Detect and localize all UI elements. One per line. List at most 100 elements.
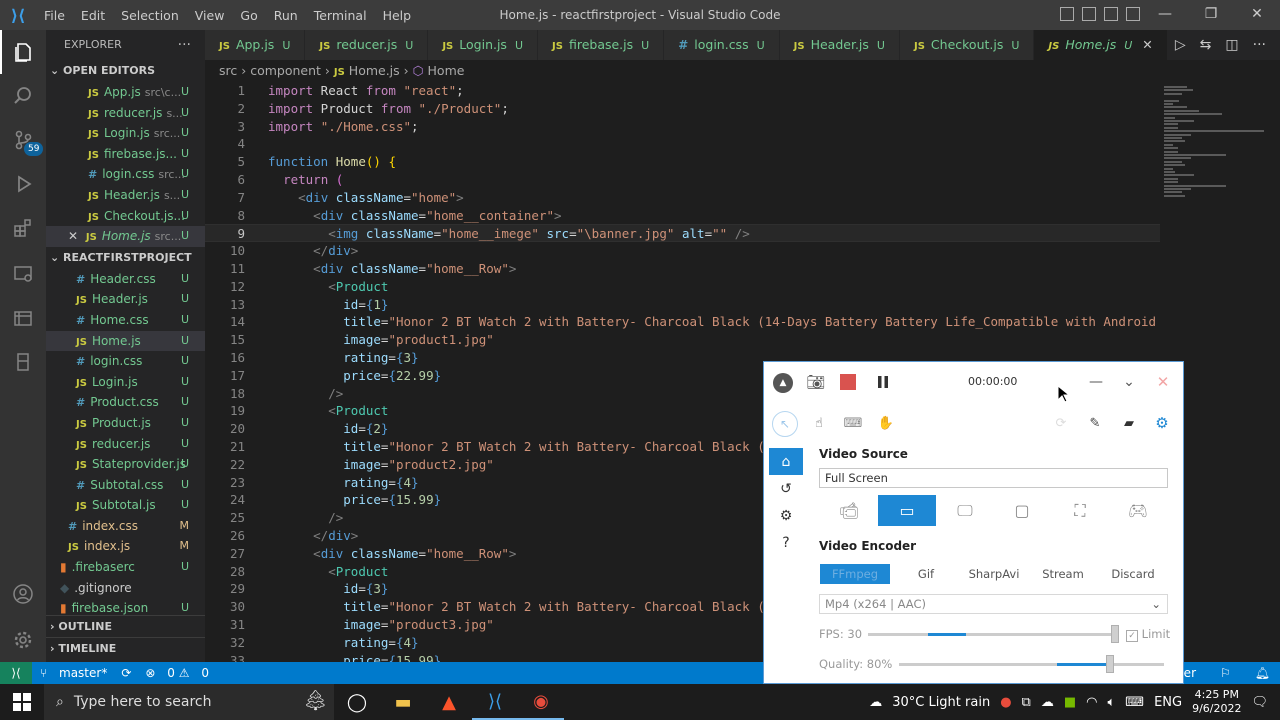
pause-button[interactable] bbox=[874, 373, 892, 391]
file-tree-item[interactable]: # Header.css U bbox=[46, 269, 205, 290]
recorder-minimize-button[interactable]: — bbox=[1086, 372, 1106, 392]
toggle-secondary-sidebar-icon[interactable] bbox=[1104, 7, 1118, 21]
outline-header[interactable]: › OUTLINE bbox=[46, 614, 205, 637]
timeline-header[interactable]: › TIMELINE bbox=[46, 636, 205, 659]
source-monitor-icon[interactable]: 🖵︎ bbox=[936, 495, 994, 526]
tray-record-icon[interactable]: ● bbox=[1000, 695, 1011, 710]
open-editor-item[interactable]: JS App.js src\c... U bbox=[46, 82, 205, 103]
more-actions-icon[interactable]: ··· bbox=[178, 30, 191, 60]
code-line[interactable]: 5 function Home() { bbox=[205, 153, 1160, 171]
source-webcam-icon[interactable]: 📹︎ bbox=[820, 495, 878, 526]
open-editor-item[interactable]: JS Header.js s... U bbox=[46, 185, 205, 206]
open-editor-item[interactable]: JS Checkout.js... U bbox=[46, 206, 205, 227]
menu-view[interactable]: View bbox=[187, 8, 233, 23]
source-control-icon[interactable]: 59 bbox=[0, 118, 46, 162]
tray-volume-icon[interactable]: 🔈︎ bbox=[1107, 695, 1115, 710]
menu-go[interactable]: Go bbox=[232, 8, 265, 23]
tray-wifi-icon[interactable]: ◠ bbox=[1086, 695, 1097, 710]
tray-cloud-icon[interactable]: ☁ bbox=[1041, 695, 1054, 710]
elapsed-icon[interactable]: ✋ bbox=[877, 414, 895, 432]
code-line[interactable]: 7 <div className="home"> bbox=[205, 189, 1160, 207]
encoder-tab-sharpavi[interactable]: SharpAvi bbox=[964, 564, 1024, 584]
encoder-tab-stream[interactable]: Stream bbox=[1039, 564, 1087, 584]
notifications-icon[interactable]: 🔔︎ bbox=[1255, 662, 1270, 684]
file-tree-item[interactable]: # index.css M bbox=[46, 516, 205, 537]
start-button[interactable] bbox=[0, 684, 44, 720]
sync-icon[interactable]: ⟳ bbox=[121, 666, 131, 680]
brave-browser-icon[interactable]: ▲ bbox=[426, 684, 472, 720]
tab-login-css[interactable]: # login.css U bbox=[664, 30, 780, 60]
breadcrumb-file[interactable]: Home.js bbox=[349, 63, 400, 78]
tray-nvidia-icon[interactable]: ■ bbox=[1064, 695, 1076, 710]
source-region-icon[interactable]: ⛶ bbox=[1051, 495, 1109, 526]
tray-keyboard-icon[interactable]: ⌨ bbox=[1125, 695, 1144, 710]
branch-indicator[interactable]: ⑂ master* bbox=[40, 666, 107, 680]
docker-icon[interactable] bbox=[0, 296, 46, 340]
weather-icon[interactable]: ☁ bbox=[869, 695, 882, 710]
quality-slider-thumb[interactable] bbox=[1106, 655, 1114, 673]
encoder-tab-ffmpeg[interactable]: FFmpeg bbox=[820, 564, 890, 584]
keystrokes-icon[interactable]: ⌨ bbox=[844, 414, 863, 432]
open-editors-header[interactable]: ⌄ OPEN EDITORS bbox=[46, 60, 205, 82]
menu-run[interactable]: Run bbox=[266, 8, 306, 23]
pen-icon[interactable]: ✎ bbox=[1086, 414, 1104, 432]
file-tree-item[interactable]: # Product.css U bbox=[46, 392, 205, 413]
remote-explorer-icon[interactable] bbox=[0, 252, 46, 296]
minimize-button[interactable]: — bbox=[1142, 0, 1188, 30]
code-line[interactable]: 14 title="Honor 2 BT Watch 2 with Batter… bbox=[205, 313, 1160, 331]
encoder-tab-gif[interactable]: Gif bbox=[904, 564, 948, 584]
code-line[interactable]: 13 id={1} bbox=[205, 296, 1160, 314]
breadcrumb-src[interactable]: src bbox=[219, 63, 237, 78]
breadcrumb-symbol[interactable]: Home bbox=[428, 63, 465, 78]
accounts-icon[interactable] bbox=[0, 572, 46, 616]
remote-indicator-icon[interactable]: ⟩⟨ bbox=[0, 662, 32, 684]
code-line[interactable]: 3 import "./Home.css"; bbox=[205, 118, 1160, 136]
fps-slider-thumb[interactable] bbox=[1111, 625, 1119, 643]
menu-help[interactable]: Help bbox=[375, 8, 420, 23]
menu-edit[interactable]: Edit bbox=[73, 8, 113, 23]
taskbar-search[interactable]: ⌕ Type here to search 🌲︎ bbox=[44, 684, 334, 720]
mouse-clicks-icon[interactable]: ☝ bbox=[810, 414, 828, 432]
source-gamepad-icon[interactable]: 🎮︎ bbox=[1109, 495, 1167, 526]
config-gear-icon[interactable]: ⚙ bbox=[769, 502, 803, 529]
customize-layout-icon[interactable] bbox=[1126, 7, 1140, 21]
recorder-minimal-mode-icon[interactable]: ⌄ bbox=[1119, 372, 1139, 392]
file-tree-item[interactable]: JS Subtotal.js U bbox=[46, 495, 205, 516]
feedback-icon[interactable]: ⚐ bbox=[1220, 662, 1231, 684]
breadcrumb-component[interactable]: component bbox=[250, 63, 321, 78]
code-line[interactable]: 11 <div className="home__Row"> bbox=[205, 260, 1160, 278]
code-line[interactable]: 15 image="product1.jpg" bbox=[205, 331, 1160, 349]
settings-gear-icon[interactable]: ⚙ bbox=[1153, 414, 1171, 432]
file-tree-item[interactable]: ▮ .firebaserc U bbox=[46, 557, 205, 578]
tab-reducer-js[interactable]: JS reducer.js U bbox=[305, 30, 429, 60]
restore-button[interactable]: ❐ bbox=[1188, 0, 1234, 30]
file-tree-item[interactable]: # login.css U bbox=[46, 351, 205, 372]
code-line[interactable]: 9 <img className="home__imege" src="\ban… bbox=[205, 224, 1160, 243]
file-tree-item[interactable]: # Home.css U bbox=[46, 310, 205, 331]
file-tree-item[interactable]: JS Header.js U bbox=[46, 289, 205, 310]
project-header[interactable]: ⌄ REACTFIRSTPROJECT bbox=[46, 247, 205, 269]
history-icon[interactable]: ↺ bbox=[769, 475, 803, 502]
refresh-icon[interactable]: ⟳ bbox=[1052, 414, 1070, 432]
file-tree-item[interactable]: JS reducer.js U bbox=[46, 434, 205, 455]
file-tree-item[interactable]: JS Stateprovider.js U bbox=[46, 454, 205, 475]
source-window-icon[interactable]: ▢ bbox=[993, 495, 1051, 526]
file-tree-item[interactable]: JS Home.js U bbox=[46, 330, 205, 352]
quality-slider-track[interactable] bbox=[899, 663, 1164, 666]
tab-app-js[interactable]: JS App.js U bbox=[205, 30, 306, 60]
menu-selection[interactable]: Selection bbox=[113, 8, 187, 23]
explorer-icon[interactable] bbox=[0, 30, 46, 74]
fps-limit-checkbox[interactable]: ✓ Limit bbox=[1126, 627, 1170, 642]
tab-login-js[interactable]: JS Login.js U bbox=[428, 30, 539, 60]
file-tree-item[interactable]: ◆ .gitignore bbox=[46, 578, 205, 599]
file-tree-item[interactable]: JS index.js M bbox=[46, 536, 205, 557]
file-tree-item[interactable]: JS Product.js U bbox=[46, 413, 205, 434]
open-editor-item[interactable]: # login.css src... U bbox=[46, 164, 205, 185]
code-line[interactable]: 10 </div> bbox=[205, 242, 1160, 260]
code-line[interactable]: 2 import Product from "./Product"; bbox=[205, 100, 1160, 118]
encoder-tab-discard[interactable]: Discard bbox=[1107, 564, 1159, 584]
record-stop-button[interactable] bbox=[840, 374, 856, 390]
code-line[interactable]: 4 bbox=[205, 135, 1160, 153]
tab-home-js[interactable]: JS Home.js U ✕ bbox=[1034, 30, 1168, 60]
screenshot-camera-icon[interactable]: 📷︎ bbox=[806, 372, 826, 392]
